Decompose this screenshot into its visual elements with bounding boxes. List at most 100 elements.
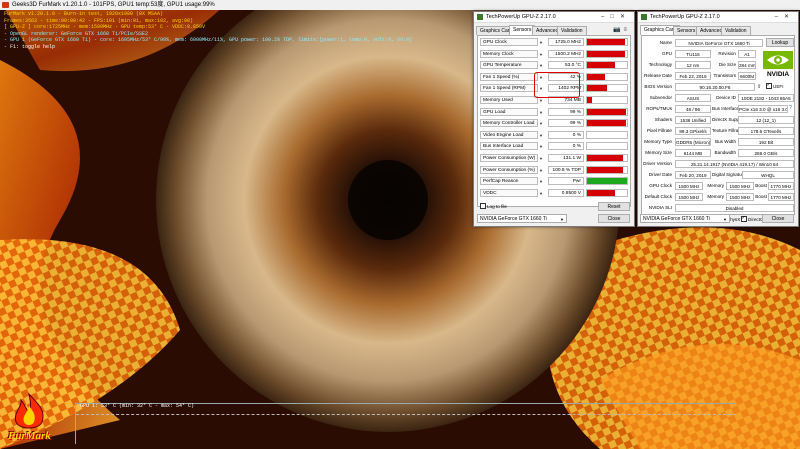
window-title: TechPowerUp GPU-Z 2.17.0 xyxy=(650,14,720,20)
sensor-name[interactable]: Fan 1 Speed (%) xyxy=(480,72,538,81)
driverdate-label: Driver Date xyxy=(648,172,672,177)
sensor-name[interactable]: Memory Controller Load xyxy=(480,119,538,128)
close-button[interactable]: Close xyxy=(598,214,630,223)
bios-label: BIOS Version xyxy=(644,84,672,89)
sensor-graph-fill xyxy=(587,178,627,185)
furmark-logo: FurMark xyxy=(8,392,51,444)
osd-line: [ GPU-Z ] core:1725MHz - mem:1500MHz - G… xyxy=(4,24,206,31)
window-controls[interactable]: –□✕ xyxy=(601,12,631,22)
defclock-label: Default Clock xyxy=(644,194,672,199)
osd-line: - GPU 1 (GeForce GTX 1660 Ti) - core: 16… xyxy=(4,37,413,44)
chevron-down-icon[interactable]: ▼ xyxy=(539,52,543,57)
chevron-down-icon[interactable]: ▼ xyxy=(539,179,543,184)
pixel-label: Pixel Fillrate xyxy=(646,128,672,133)
rops-label: ROPs/TMUs xyxy=(646,106,672,111)
digsig-field: WHQL xyxy=(742,171,794,179)
chevron-down-icon[interactable]: ▼ xyxy=(539,144,543,149)
uefi-label: UEFI xyxy=(773,84,784,89)
sensor-name[interactable]: GPU Load xyxy=(480,107,538,116)
osd-line: Frames:3563 - time:00:00:42 - FPS:101 (m… xyxy=(4,17,194,24)
texture-field: 178.6 GTexel/s xyxy=(738,127,794,135)
graph-label: GPU 1: 53° C (min: 32° C - max: 54° C) xyxy=(80,403,195,409)
lookup-button[interactable]: Lookup xyxy=(766,38,794,47)
card-device-select[interactable]: NVIDIA GeForce GTX 1660 Ti ▼ xyxy=(640,214,730,223)
sensor-graph-fill xyxy=(587,85,607,92)
nvidia-logo: NVIDIA xyxy=(761,50,795,78)
defclock-mem-field: 1500 MHz xyxy=(726,193,754,201)
sensor-name[interactable]: Memory Clock xyxy=(480,49,538,58)
sensor-name[interactable]: Power Consumption (%) xyxy=(480,165,538,174)
chevron-down-icon[interactable]: ▼ xyxy=(539,40,543,45)
memsize-label: Memory Size xyxy=(645,150,672,155)
sensor-graph xyxy=(586,72,628,81)
checkbox-box xyxy=(741,214,747,222)
chevron-down-icon[interactable]: ▼ xyxy=(539,63,543,68)
reset-button[interactable]: Reset xyxy=(598,202,630,211)
toolbar-icons[interactable]: 📷≡ xyxy=(613,26,630,33)
sensor-name[interactable]: VDDC xyxy=(480,188,538,197)
dx-label: DirectX Support xyxy=(712,117,745,122)
chevron-down-icon[interactable]: ▼ xyxy=(539,168,543,173)
sensor-name[interactable]: Memory Used xyxy=(480,96,538,104)
window-controls[interactable]: –✕ xyxy=(775,12,795,22)
chevron-down-icon[interactable]: ▼ xyxy=(539,133,543,138)
sensor-graph xyxy=(586,165,628,174)
gpu-field: TU116 xyxy=(675,50,711,58)
gpu-label: GPU xyxy=(662,51,672,56)
sensor-graph xyxy=(586,177,628,186)
chevron-down-icon: ▼ xyxy=(723,217,727,222)
transistors-label: Transistors xyxy=(713,73,736,78)
rops-field: 48 / 96 xyxy=(675,105,711,113)
furmark-title-bar: Geeks3D FurMark v1.20.1.0 - 101FPS, GPU1… xyxy=(0,0,800,10)
sensor-name[interactable]: Power Consumption (W) xyxy=(480,154,538,162)
tab-validation[interactable]: Validation xyxy=(721,26,751,35)
gpuz-card-title-bar[interactable]: TechPowerUp GPU-Z 2.17.0 –✕ xyxy=(638,12,798,23)
graph-gridline xyxy=(76,414,736,415)
device-select[interactable]: NVIDIA GeForce GTX 1660 Ti ▼ xyxy=(477,214,567,223)
sensor-name[interactable]: Video Engine Load xyxy=(480,130,538,139)
sensor-name[interactable]: Fan 1 Speed (RPM) xyxy=(480,84,538,93)
sensor-graph-fill xyxy=(587,39,625,45)
boost-label: Boost xyxy=(755,194,767,199)
chevron-down-icon[interactable]: ▼ xyxy=(539,98,543,103)
help-icon[interactable]: ? xyxy=(789,105,792,111)
chevron-down-icon[interactable]: ▼ xyxy=(539,110,543,115)
pixel-field: 89.3 GPixel/s xyxy=(675,127,711,135)
svg-text:NVIDIA: NVIDIA xyxy=(767,71,789,78)
bandwidth-field: 288.0 GB/s xyxy=(738,149,794,157)
sensor-graph xyxy=(586,96,628,104)
release-field: Feb 22, 2019 xyxy=(675,72,711,80)
sensor-name[interactable]: GPU Temperature xyxy=(480,61,538,70)
sensor-value: 131.1 W xyxy=(548,154,584,162)
technology-field: 12 nm xyxy=(675,61,711,69)
dx-field: 12 (12_1) xyxy=(738,116,794,124)
sensor-row: Video Engine Load ▼ 0 % xyxy=(480,130,628,140)
sensor-row: PerfCap Reason ▼ Pwr xyxy=(480,177,628,186)
sensor-row: GPU Clock ▼ 1725.0 MHz xyxy=(480,38,628,47)
osd-line: FurMark v1.20.1.0 - Burn-in test, 1920x1… xyxy=(4,11,164,17)
chevron-down-icon[interactable]: ▼ xyxy=(539,156,543,161)
sensor-value: Pwr xyxy=(548,177,584,186)
chevron-down-icon[interactable]: ▼ xyxy=(539,121,543,126)
tab-validation[interactable]: Validation xyxy=(557,26,587,35)
defclock-boost-field: 1770 MHz xyxy=(768,193,794,201)
defclock-field: 1500 MHz xyxy=(675,193,703,201)
sensor-graph xyxy=(586,61,628,70)
sensor-name[interactable]: GPU Clock xyxy=(480,38,538,46)
sensor-graph-fill xyxy=(587,62,615,69)
sensor-value: 1725.0 MHz xyxy=(548,38,584,46)
gpuclock-mem-field: 1500 MHz xyxy=(726,182,754,190)
sensor-value: 0 % xyxy=(548,130,584,139)
bus-label: Bus Interface xyxy=(712,106,740,111)
sensor-name[interactable]: Bus Interface Load xyxy=(480,142,538,151)
share-icon[interactable]: ⇪ xyxy=(757,84,761,90)
shaders-field: 1536 Unified xyxy=(675,116,711,124)
sensor-graph xyxy=(586,38,628,46)
gpuz-sensors-title-bar[interactable]: TechPowerUp GPU-Z 2.17.0 –□✕ xyxy=(474,12,634,23)
log-to-file-checkbox[interactable]: Log to file xyxy=(480,202,507,211)
sensor-name[interactable]: PerfCap Reason xyxy=(480,177,538,186)
sensor-graph xyxy=(586,130,628,139)
card-close-button[interactable]: Close xyxy=(762,214,794,223)
chevron-down-icon[interactable]: ▼ xyxy=(539,191,543,196)
memsize-field: 6144 MB xyxy=(675,149,711,157)
